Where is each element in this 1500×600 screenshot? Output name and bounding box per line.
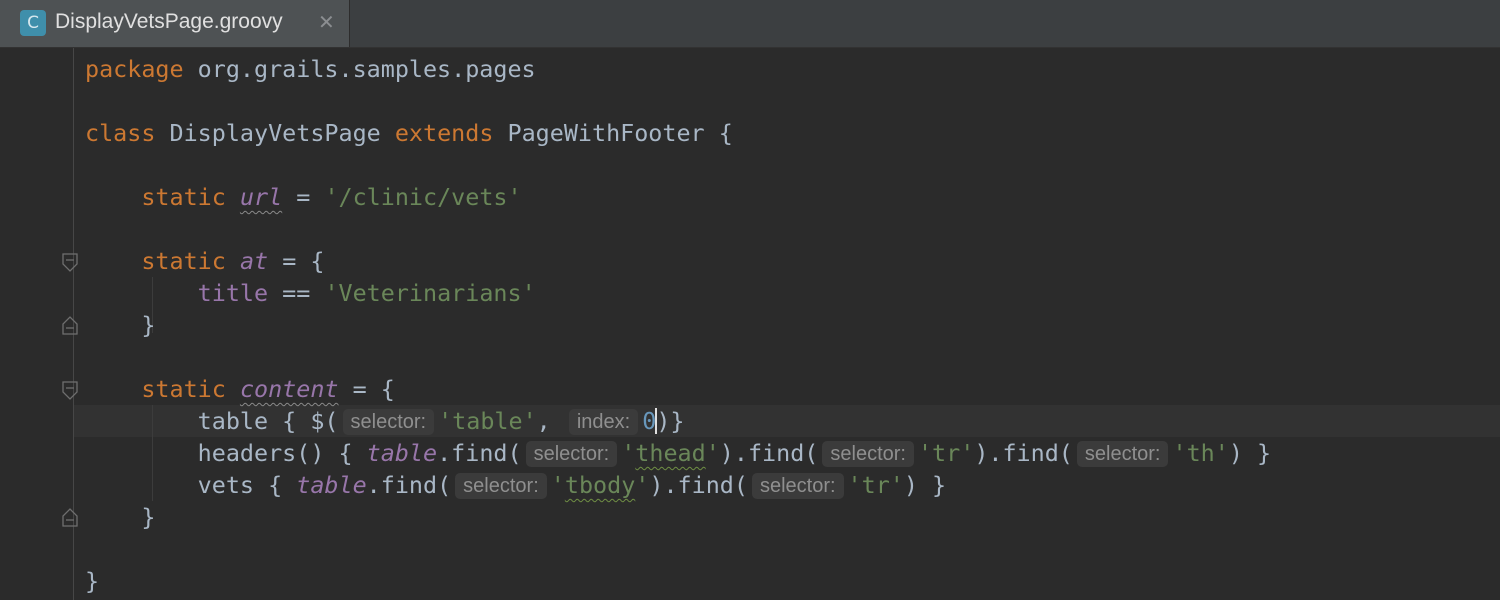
- operator: = {: [338, 375, 395, 403]
- code-fragment: .find(: [366, 471, 452, 499]
- close-icon[interactable]: ✕: [318, 10, 335, 34]
- parameter-hint: selector:: [455, 473, 547, 499]
- parameter-hint: selector:: [1076, 441, 1169, 467]
- brace: }: [141, 503, 156, 531]
- parameter-hint: selector:: [342, 409, 435, 435]
- brace: }: [85, 567, 100, 595]
- superclass: PageWithFooter {: [493, 119, 733, 147]
- fold-open-icon[interactable]: [62, 253, 78, 273]
- code-line: }: [85, 501, 1271, 533]
- fold-close-icon[interactable]: [62, 315, 78, 335]
- code-line: static at = {: [85, 245, 1271, 277]
- code-line: class DisplayVetsPage extends PageWithFo…: [85, 117, 1271, 149]
- code-fragment: ) }: [903, 471, 947, 499]
- string-quote: ': [635, 471, 650, 499]
- code-fragment: ).find(: [974, 439, 1073, 467]
- keyword: class: [85, 119, 156, 147]
- string-quote: ': [621, 439, 636, 467]
- code-line: }: [85, 309, 1271, 341]
- string-quote: ': [705, 439, 720, 467]
- keyword: extends: [394, 119, 494, 147]
- number-literal: 0: [642, 407, 657, 435]
- code-line: vets { table.find(selector:'tbody').find…: [85, 469, 1271, 501]
- static-field: content: [239, 375, 339, 403]
- code-fragment: headers() {: [197, 439, 367, 467]
- code-fragment: table { $(: [197, 407, 339, 435]
- keyword: static: [141, 247, 226, 275]
- code-text[interactable]: package org.grails.samples.pages class D…: [85, 53, 1271, 597]
- string-literal: 'Veterinarians': [324, 279, 536, 307]
- tab-displayvetspage[interactable]: C DisplayVetsPage.groovy ✕: [0, 0, 350, 47]
- keyword: static: [141, 375, 226, 403]
- fold-close-icon[interactable]: [62, 507, 78, 527]
- keyword: static: [141, 183, 226, 211]
- static-field: url: [239, 183, 283, 211]
- string-literal: 'table': [438, 407, 537, 435]
- static-field: at: [239, 247, 269, 275]
- parameter-hint: selector:: [525, 441, 618, 467]
- property: title: [197, 279, 269, 307]
- field-reference: table: [296, 471, 367, 499]
- code-editor[interactable]: package org.grails.samples.pages class D…: [0, 48, 1500, 600]
- code-fragment: ,: [536, 407, 551, 435]
- code-fragment: ).find(: [719, 439, 819, 467]
- code-line: headers() { table.find(selector:'thead')…: [85, 437, 1271, 469]
- string-literal: tbody: [564, 471, 636, 499]
- code-line: package org.grails.samples.pages: [85, 53, 1271, 85]
- brace: }: [141, 311, 156, 339]
- parameter-hint: index:: [568, 409, 639, 435]
- tab-title: DisplayVetsPage.groovy: [55, 10, 283, 33]
- string-literal: 'th': [1172, 439, 1229, 467]
- code-fragment: .find(: [437, 439, 522, 467]
- class-name: DisplayVetsPage: [155, 119, 395, 147]
- code-line: static url = '/clinic/vets': [85, 181, 1271, 213]
- string-literal: thead: [635, 439, 706, 467]
- code-line-current: table { $(selector:'table', index: 0)}: [85, 405, 1271, 437]
- string-literal: 'tr': [917, 439, 975, 467]
- parameter-hint: selector:: [751, 473, 844, 499]
- code-fragment: vets {: [197, 471, 297, 499]
- code-fragment: )}: [656, 407, 685, 435]
- code-line: static content = {: [85, 373, 1271, 405]
- parameter-hint: selector:: [822, 441, 914, 467]
- string-literal: 'tr': [847, 471, 904, 499]
- groovy-class-file-icon: C: [20, 10, 46, 36]
- string-quote: ': [550, 471, 565, 499]
- editor-tab-bar: C DisplayVetsPage.groovy ✕: [0, 0, 1500, 48]
- operator: =: [282, 183, 325, 211]
- code-line: }: [85, 565, 1271, 597]
- keyword: package: [85, 55, 184, 83]
- package-name: org.grails.samples.pages: [183, 55, 536, 83]
- code-fragment: ) }: [1228, 439, 1272, 467]
- code-line: title == 'Veterinarians': [85, 277, 1271, 309]
- fold-open-icon[interactable]: [62, 381, 78, 401]
- operator: ==: [268, 279, 325, 307]
- code-fragment: ).find(: [649, 471, 748, 499]
- field-reference: table: [366, 439, 438, 467]
- string-literal: '/clinic/vets': [324, 183, 522, 211]
- operator: = {: [268, 247, 325, 275]
